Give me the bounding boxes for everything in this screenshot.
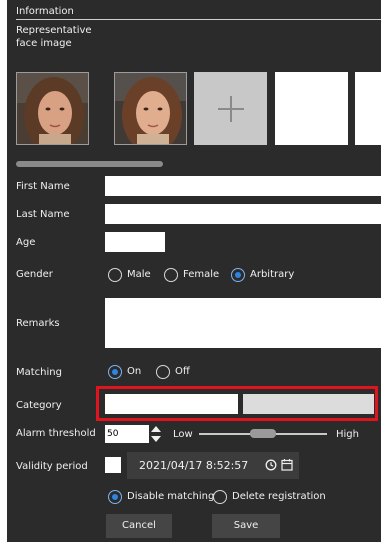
face-portrait-2-icon [115, 73, 186, 144]
matching-on-label: On [127, 366, 142, 377]
first-name-label: First Name [16, 181, 70, 192]
matching-label: Matching [16, 367, 62, 378]
gender-label: Gender [16, 269, 53, 280]
radio-checked-icon [108, 365, 122, 379]
face-image-1[interactable] [16, 72, 89, 145]
face-image-slot-empty[interactable] [275, 72, 348, 145]
face-portrait-1-icon [17, 73, 88, 144]
first-name-input[interactable] [105, 176, 381, 196]
representative-face-label-line2: face image [16, 38, 72, 49]
face-image-2[interactable] [114, 72, 187, 145]
remarks-textarea[interactable] [105, 298, 381, 348]
spinner-arrows-icon[interactable] [150, 425, 162, 443]
validity-datetime-value: 2021/04/17 8:52:57 [139, 459, 249, 472]
alarm-threshold-slider-thumb[interactable] [250, 429, 276, 438]
information-panel: Information Representative face image Fi… [7, 0, 381, 542]
last-name-input[interactable] [105, 204, 381, 224]
radio-unchecked-icon [164, 268, 178, 282]
representative-face-label: Representative face image [16, 24, 92, 50]
radio-unchecked-icon [108, 268, 122, 282]
cancel-button[interactable]: Cancel [106, 514, 172, 538]
face-image-slot-empty-2[interactable] [355, 72, 381, 145]
radio-checked-icon [108, 490, 122, 504]
alarm-threshold-high-label: High [336, 429, 359, 440]
validity-datetime-picker[interactable]: 2021/04/17 8:52:57 [127, 452, 299, 479]
thumbnail-scrollbar[interactable] [16, 161, 163, 167]
last-name-label: Last Name [16, 209, 70, 220]
delete-registration-label: Delete registration [232, 491, 326, 502]
category-dropdown[interactable] [243, 394, 374, 414]
gender-male-label: Male [127, 269, 151, 280]
radio-unchecked-icon [213, 490, 227, 504]
alarm-threshold-label: Alarm threshold [16, 428, 96, 439]
plus-icon-vertical [230, 96, 232, 122]
section-title: Information [16, 6, 74, 17]
remarks-label: Remarks [16, 318, 60, 329]
save-button[interactable]: Save [212, 514, 280, 538]
age-label: Age [16, 237, 36, 248]
alarm-threshold-low-label: Low [173, 429, 193, 440]
category-label: Category [16, 400, 62, 411]
validity-period-label: Validity period [16, 461, 88, 472]
disable-matching-label: Disable matching [127, 491, 215, 502]
radio-checked-icon [231, 268, 245, 282]
gender-arbitrary-label: Arbitrary [250, 269, 295, 280]
calendar-icon[interactable] [281, 458, 293, 471]
section-divider [16, 19, 381, 20]
alarm-threshold-value-input[interactable]: 50 [105, 425, 149, 443]
add-face-image-button[interactable] [194, 72, 267, 145]
gender-female-label: Female [183, 269, 220, 280]
representative-face-label-line1: Representative [16, 25, 92, 36]
radio-unchecked-icon [156, 365, 170, 379]
category-input[interactable] [105, 394, 238, 414]
validity-period-checkbox[interactable] [105, 457, 121, 473]
matching-off-label: Off [175, 366, 190, 377]
age-input[interactable] [105, 232, 165, 252]
clock-icon[interactable] [265, 459, 277, 471]
